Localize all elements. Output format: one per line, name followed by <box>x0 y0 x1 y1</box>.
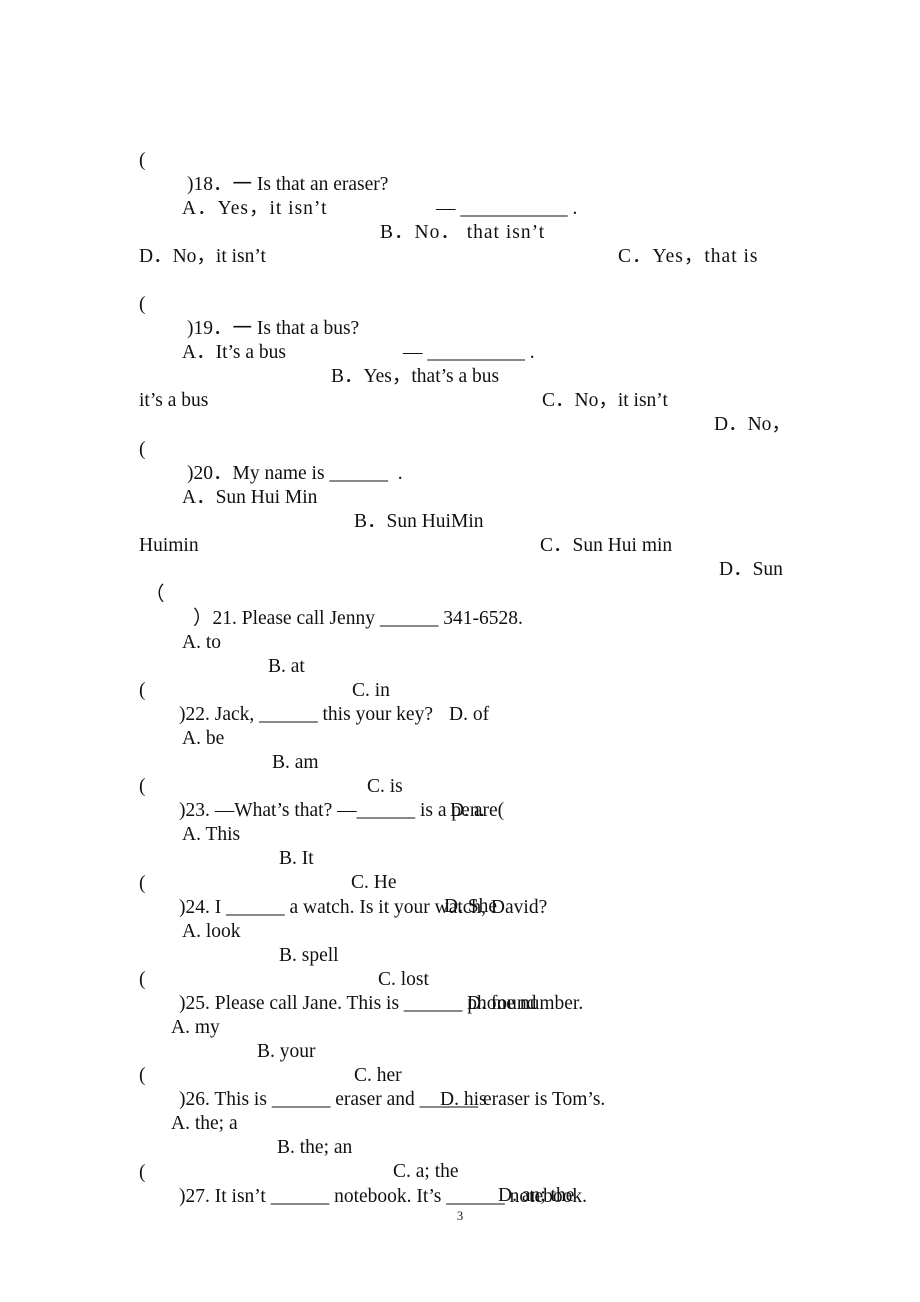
option-b: B. It <box>279 848 314 869</box>
option-b: B. the; an <box>277 1137 353 1158</box>
option-c: C. He <box>351 872 397 893</box>
question-stem: )22. Jack, ______ this your key? <box>179 704 433 725</box>
question-stem: ）21. Please call Jenny ______ 341-6528. <box>193 608 523 629</box>
option-c: C．No，it isn’t <box>542 390 668 411</box>
answer-bracket: ( <box>139 439 146 460</box>
option-a: A. to <box>182 632 221 653</box>
answer-bracket: ( <box>139 969 146 990</box>
option-a: A．It’s a bus <box>182 342 286 363</box>
option-b: B. am <box>272 752 319 773</box>
question-stem: )25. Please call Jane. This is ______ ph… <box>179 993 584 1014</box>
option-c: C. a; the <box>393 1161 459 1182</box>
question-27: ( )27. It isn’t ______ notebook. It’s __… <box>0 1137 587 1209</box>
option-a: A. look <box>182 921 241 942</box>
option-d-continued: Huimin <box>139 535 199 556</box>
option-c: C．Sun Hui min <box>540 535 673 556</box>
answer-bracket: ( <box>139 150 146 171</box>
page-number: 3 <box>456 1208 464 1223</box>
option-d-continued: it’s a bus <box>139 390 209 411</box>
answer-bracket: ( <box>139 1162 146 1183</box>
answer-bracket: ( <box>139 680 146 701</box>
option-b: B. spell <box>279 945 339 966</box>
option-c: C. lost <box>378 969 429 990</box>
option-c: C．Yes，that is <box>618 246 759 267</box>
answer-blank: — ___________ . <box>436 198 578 219</box>
option-a: A. my <box>171 1017 220 1038</box>
question-stem: )27. It isn’t ______ notebook. It’s ____… <box>179 1186 588 1207</box>
question-19-options-continued: it’s a bus <box>0 365 208 413</box>
question-stem: )24. I ______ a watch. Is it your watch,… <box>179 897 548 918</box>
option-d: D. of <box>449 704 490 725</box>
answer-bracket: ( <box>139 873 146 894</box>
question-stem: )23. —What’s that? —______ is a pen. <box>179 800 485 821</box>
option-a: A．Sun Hui Min <box>182 487 318 508</box>
option-a: A. the; a <box>171 1113 238 1134</box>
option-d: D．No， <box>714 414 791 435</box>
option-a: A. This <box>182 824 241 845</box>
answer-blank: — __________ . <box>403 342 535 363</box>
option-a: A. be <box>182 728 225 749</box>
option-a: A．Yes，it isn’t <box>182 198 328 219</box>
option-b: B. your <box>257 1041 316 1062</box>
option-b: B．Sun HuiMin <box>354 511 484 532</box>
option-c: C. her <box>354 1065 402 1086</box>
question-stem: )20．My name is ______ . <box>187 463 403 484</box>
option-d: D．Sun <box>719 559 783 580</box>
question-stem: )18．一 Is that an eraser? <box>187 174 389 195</box>
question-stem: )26. This is ______ eraser and ______ er… <box>179 1089 606 1110</box>
answer-bracket: （ <box>145 584 165 605</box>
answer-bracket: ( <box>139 1065 146 1086</box>
answer-bracket: ( <box>139 776 146 797</box>
answer-bracket: ( <box>139 294 146 315</box>
question-18-options-continued: D．No，it isn’t <box>0 221 266 269</box>
question-stem: )19．一 Is that a bus? <box>187 318 360 339</box>
option-d: D．No，it isn’t <box>139 246 266 267</box>
option-c: C. is <box>367 776 403 797</box>
option-b: B．Yes，that’s a bus <box>331 366 500 387</box>
option-b: B. at <box>268 656 305 677</box>
question-20-options-continued: Huimin <box>0 510 199 558</box>
option-c: C. in <box>352 680 390 701</box>
option-b: B．No． that isn’t <box>380 222 546 243</box>
